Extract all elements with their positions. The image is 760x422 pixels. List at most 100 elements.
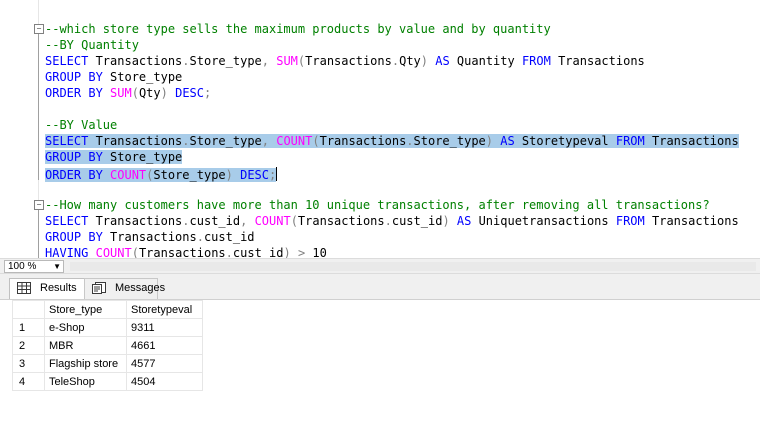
table-row[interactable]: 3 Flagship store 4577 xyxy=(12,354,203,373)
code-token: Transactions xyxy=(644,134,739,148)
code-token: Store_type xyxy=(153,168,226,182)
code-token: Store_type xyxy=(102,150,183,164)
code-token: ( xyxy=(312,134,320,148)
cell-storetypeval[interactable]: 4504 xyxy=(126,372,203,391)
code-token: FROM xyxy=(521,54,551,68)
code-line[interactable]: --BY Value xyxy=(45,117,117,133)
row-number[interactable]: 2 xyxy=(12,336,45,355)
code-line[interactable]: GROUP BY Store_type xyxy=(45,69,182,85)
row-number[interactable]: 1 xyxy=(12,318,45,337)
code-token: Store_type xyxy=(413,134,486,148)
code-token: Transactions xyxy=(644,214,739,228)
code-line[interactable]: ORDER BY COUNT(Store_type) DESC; xyxy=(45,165,278,182)
code-line[interactable]: ORDER BY SUM(Qty) DESC; xyxy=(45,85,211,101)
code-token: DESC xyxy=(175,86,205,100)
code-line[interactable]: SELECT Transactions.Store_type, COUNT(Tr… xyxy=(45,133,739,149)
code-line[interactable]: SELECT Transactions.cust_id, COUNT(Trans… xyxy=(45,213,739,229)
tab-results[interactable]: Results xyxy=(9,278,85,299)
code-token: AS xyxy=(435,54,450,68)
code-token: , xyxy=(261,134,269,148)
query-editor[interactable]: --which store type sells the maximum pro… xyxy=(0,0,760,258)
fold-outline xyxy=(38,34,39,180)
code-token: Quantity xyxy=(449,54,522,68)
tab-messages-label: Messages xyxy=(115,282,166,294)
code-line[interactable]: --which store type sells the maximum pro… xyxy=(45,21,551,37)
code-token: ) xyxy=(283,246,291,258)
code-token: cust_id xyxy=(189,214,241,228)
code-token: --BY Value xyxy=(45,118,118,132)
code-token: ( xyxy=(131,246,139,258)
code-token: Store_type xyxy=(189,54,262,68)
code-token: cust_id xyxy=(232,246,284,258)
code-token: FROM xyxy=(615,134,645,148)
code-token: ) xyxy=(420,54,429,68)
code-token: . xyxy=(225,246,233,258)
code-token: Transactions xyxy=(305,54,392,68)
chevron-down-icon: ▼ xyxy=(53,262,61,271)
code-token: ORDER BY xyxy=(45,86,103,100)
code-token: . xyxy=(391,54,400,68)
code-token: ORDER BY xyxy=(45,168,103,182)
horizontal-scrollbar[interactable] xyxy=(70,262,756,271)
code-token: . xyxy=(384,214,392,228)
code-line[interactable]: GROUP BY Store_type xyxy=(45,149,183,165)
column-header-storetypeval[interactable]: Storetypeval xyxy=(126,300,203,319)
tab-messages[interactable]: Messages xyxy=(84,278,165,299)
row-number[interactable]: 3 xyxy=(12,354,45,373)
column-header-store-type[interactable]: Store_type xyxy=(44,300,127,319)
code-token: COUNT xyxy=(254,214,291,228)
code-token: GROUP BY xyxy=(45,150,103,164)
cell-store-type[interactable]: e-Shop xyxy=(44,318,127,337)
code-token: ) xyxy=(225,168,233,182)
collapse-icon[interactable]: − xyxy=(34,24,44,34)
text-caret xyxy=(276,167,278,181)
table-row[interactable]: 1 e-Shop 9311 xyxy=(12,318,203,337)
code-token: Transactions xyxy=(138,246,226,258)
code-line[interactable]: --BY Quantity xyxy=(45,37,139,53)
editor-status-bar: 100 % ▼ xyxy=(0,258,760,274)
code-token: Transactions xyxy=(550,54,645,68)
results-tab-strip: Results Messages xyxy=(0,274,760,300)
code-token: cust_id xyxy=(203,230,255,244)
row-number[interactable]: 4 xyxy=(12,372,45,391)
code-line[interactable]: SELECT Transactions.Store_type, SUM(Tran… xyxy=(45,53,645,69)
code-token: ( xyxy=(290,214,298,228)
code-token: --BY Quantity xyxy=(45,38,139,52)
results-grid-area: Store_type Storetypeval 1 e-Shop 9311 2 … xyxy=(0,300,760,422)
code-token: . xyxy=(182,214,190,228)
code-token: . xyxy=(182,54,190,68)
code-token: , xyxy=(261,54,269,68)
code-line[interactable]: GROUP BY Transactions.cust_id xyxy=(45,229,255,245)
grid-icon xyxy=(17,282,31,294)
code-token: Transactions xyxy=(319,134,407,148)
cell-store-type[interactable]: Flagship store xyxy=(44,354,127,373)
code-token: COUNT xyxy=(276,134,313,148)
code-token: Transactions xyxy=(88,54,183,68)
cell-storetypeval[interactable]: 4661 xyxy=(126,336,203,355)
table-row[interactable]: 2 MBR 4661 xyxy=(12,336,203,355)
code-token: . xyxy=(196,230,204,244)
cell-storetypeval[interactable]: 4577 xyxy=(126,354,203,373)
code-token: ) xyxy=(442,214,450,228)
cell-store-type[interactable]: MBR xyxy=(44,336,127,355)
zoom-dropdown[interactable]: 100 % ▼ xyxy=(4,260,64,273)
code-token: SELECT xyxy=(45,214,89,228)
code-token: AS xyxy=(456,214,472,228)
code-token: AS xyxy=(500,134,515,148)
table-row[interactable]: 4 TeleShop 4504 xyxy=(12,372,203,391)
editor-gutter xyxy=(0,0,12,258)
collapse-icon[interactable]: − xyxy=(34,200,44,210)
row-number-header[interactable] xyxy=(12,300,45,319)
cell-storetypeval[interactable]: 9311 xyxy=(126,318,203,337)
code-token: SUM xyxy=(110,86,132,100)
code-token: Transactions xyxy=(88,134,183,148)
code-line[interactable]: --How many customers have more than 10 u… xyxy=(45,197,710,213)
cell-store-type[interactable]: TeleShop xyxy=(44,372,127,391)
code-line[interactable]: HAVING COUNT(Transactions.cust_id) > 10 xyxy=(45,245,327,258)
code-token: Transactions xyxy=(102,230,197,244)
code-token: DESC xyxy=(240,168,270,182)
